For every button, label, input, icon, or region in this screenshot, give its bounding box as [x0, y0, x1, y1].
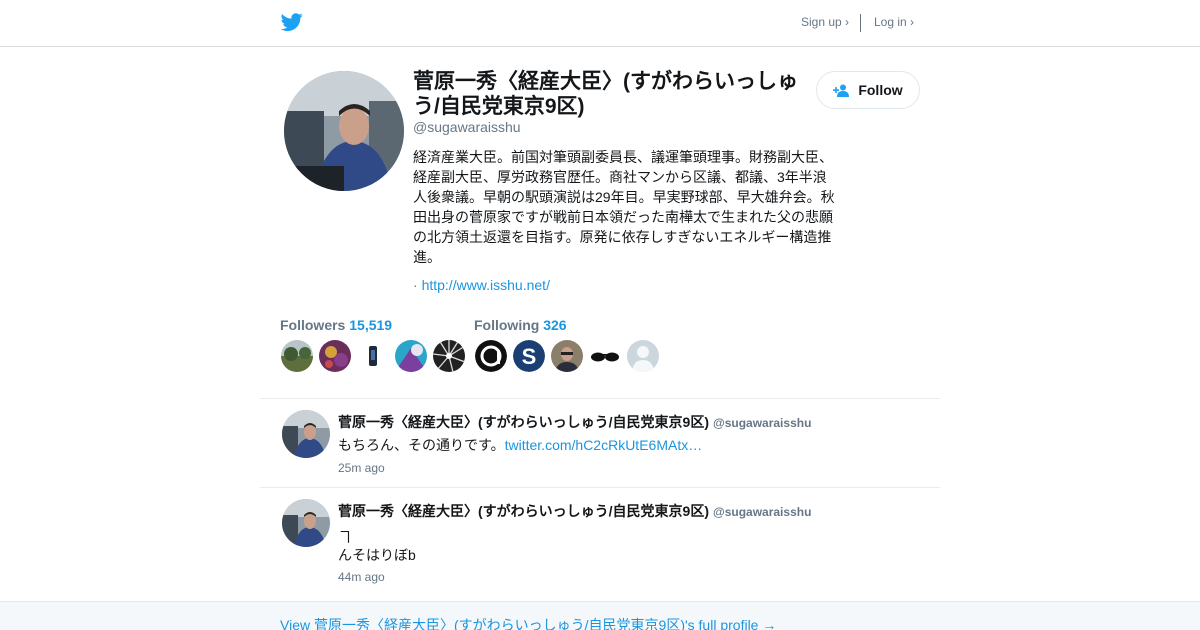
tweet-header: 菅原一秀〈経産大臣〉(すがわらいっしゅう/自民党東京9区) @sugawarais… — [338, 412, 811, 432]
tweet-avatar[interactable] — [282, 499, 330, 547]
tweet-author-name[interactable]: 菅原一秀〈経産大臣〉(すがわらいっしゅう/自民党東京9区) — [338, 503, 709, 519]
follow-button-label: Follow — [858, 82, 903, 98]
view-full-profile-link[interactable]: View 菅原一秀〈経産大臣〉(すがわらいっしゅう/自民党東京9区)'s ful… — [280, 615, 776, 630]
following-stat[interactable]: Following 326 — [474, 317, 567, 333]
tweet-item[interactable]: 菅原一秀〈経産大臣〉(すがわらいっしゅう/自民党東京9区) @sugawarais… — [260, 398, 940, 488]
tweet-timestamp[interactable]: 44m ago — [338, 570, 385, 584]
following-avatar[interactable] — [589, 340, 621, 372]
follower-avatar[interactable] — [357, 340, 389, 372]
tweet-body: もちろん、その通りです。 — [338, 437, 505, 453]
following-avatar[interactable] — [475, 340, 507, 372]
tweet-header: 菅原一秀〈経産大臣〉(すがわらいっしゅう/自民党東京9区) @sugawarais… — [338, 501, 811, 521]
profile-handle: @sugawaraisshu — [413, 119, 521, 135]
tweet-author-name[interactable]: 菅原一秀〈経産大臣〉(すがわらいっしゅう/自民党東京9区) — [338, 414, 709, 430]
tweet-author-handle[interactable]: @sugawaraisshu — [713, 416, 811, 430]
tweet-author-handle[interactable]: @sugawaraisshu — [713, 505, 811, 519]
following-avatar[interactable]: S — [513, 340, 545, 372]
follower-avatar[interactable] — [433, 340, 465, 372]
profile-link-row: · http://www.isshu.net/ — [413, 277, 550, 293]
follower-avatar[interactable] — [319, 340, 351, 372]
followers-count: 15,519 — [349, 317, 393, 333]
signup-link[interactable]: Sign up › — [801, 15, 849, 29]
login-link[interactable]: Log in › — [874, 15, 914, 29]
tweet-timestamp[interactable]: 25m ago — [338, 461, 385, 475]
follower-avatar[interactable] — [281, 340, 313, 372]
follower-avatar[interactable] — [395, 340, 427, 372]
profile-avatar[interactable] — [284, 71, 404, 191]
tweet-body-line: んそはりぼb — [338, 547, 416, 563]
profile-name: 菅原一秀〈経産大臣〉(すがわらいっしゅう/自民党東京9区) — [413, 70, 798, 118]
tweet-avatar[interactable] — [282, 410, 330, 458]
tweet-text: もちろん、その通りです。twitter.com/hC2cRkUtE6MAtx… — [338, 436, 702, 454]
following-label: Following — [474, 317, 540, 333]
link-bullet: · — [413, 277, 418, 293]
footer-bar: View 菅原一秀〈経産大臣〉(すがわらいっしゅう/自民党東京9区)'s ful… — [0, 601, 1200, 630]
profile-url[interactable]: http://www.isshu.net/ — [422, 277, 550, 293]
follow-button[interactable]: Follow — [816, 71, 920, 109]
svg-text:S: S — [522, 344, 537, 369]
add-user-icon — [833, 84, 850, 97]
profile-bio: 経済産業大臣。前国対筆頭副委員長、議運筆頭理事。財務副大臣、経産副大臣、厚労政務… — [413, 149, 835, 265]
following-avatar[interactable] — [551, 340, 583, 372]
tweet-body-line: ヿ — [338, 529, 352, 545]
followers-label: Followers — [280, 317, 346, 333]
followers-stat[interactable]: Followers 15,519 — [280, 317, 392, 333]
tweet-text: ヿ んそはりぼb — [338, 528, 416, 564]
following-avatar-default[interactable] — [627, 340, 659, 372]
tweet-item[interactable]: 菅原一秀〈経産大臣〉(すがわらいっしゅう/自民党東京9区) @sugawarais… — [260, 487, 940, 601]
twitter-bird-icon[interactable] — [280, 11, 304, 33]
top-bar: Sign up › Log in › — [0, 0, 1200, 47]
following-count: 326 — [543, 317, 567, 333]
nav-divider — [860, 14, 861, 32]
tweet-link[interactable]: twitter.com/hC2cRkUtE6MAtx… — [505, 437, 703, 453]
